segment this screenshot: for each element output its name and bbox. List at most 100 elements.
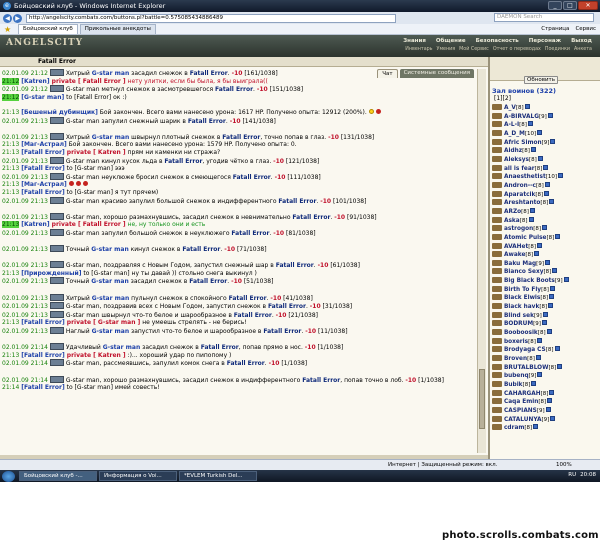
user-info-icon[interactable]	[552, 268, 558, 274]
player-name[interactable]: Fatall Error	[190, 70, 228, 77]
player-name[interactable]: Fatall Error	[229, 295, 267, 302]
user-name[interactable]: Booboosik	[504, 330, 538, 336]
user-info-icon[interactable]	[544, 181, 550, 187]
user-list-item[interactable]: A_V[8]	[492, 104, 600, 113]
user-info-icon[interactable]	[554, 346, 560, 352]
submenu-transfers[interactable]: Отчет о переводах	[493, 47, 541, 52]
user-name[interactable]: Aleksys	[504, 157, 529, 163]
user-list-item[interactable]: Aparatcik[8]	[492, 190, 600, 200]
user-name[interactable]: BODRUM	[504, 321, 533, 327]
page-menu[interactable]: Страница	[541, 25, 569, 34]
user-info-icon[interactable]	[547, 398, 553, 404]
player-name[interactable]: [Fatall Error]	[21, 384, 65, 391]
close-icon[interactable]: ✕	[578, 1, 598, 10]
user-info-icon[interactable]	[531, 381, 537, 386]
user-list-item[interactable]: Awake[8]	[492, 251, 600, 260]
user-list-item[interactable]: Andron--c[8]	[492, 181, 600, 191]
user-list-item[interactable]: Aleksys[8]	[492, 155, 600, 165]
user-list-item[interactable]: Aidhz[8]	[492, 147, 600, 156]
user-name[interactable]: Black havk	[504, 304, 539, 310]
user-name[interactable]: CAHARGAH	[504, 391, 541, 397]
user-list-item[interactable]: CATALUNYA[9]	[492, 415, 600, 425]
player-name[interactable]: Fatall Error	[302, 377, 340, 384]
user-name[interactable]: Areshtanto	[504, 200, 540, 206]
user-list-item[interactable]: Bubik[8]	[492, 381, 600, 390]
user-list-item[interactable]: A-BIRVALG[9]	[492, 112, 600, 122]
user-list-item[interactable]: bubenq[9]	[492, 372, 600, 381]
zoom-level[interactable]: 100%	[556, 460, 572, 470]
user-list-item[interactable]: all is fear[8]	[492, 164, 600, 174]
submenu-profile[interactable]: Анкета	[574, 47, 592, 52]
player-name[interactable]: Fatall Error	[215, 86, 253, 93]
user-info-icon[interactable]	[549, 199, 555, 205]
maximize-icon[interactable]: □	[563, 1, 577, 10]
user-name[interactable]: Brodyaga CS	[504, 347, 546, 353]
task-evlem[interactable]: *EVLEM Turkish Del...	[179, 471, 257, 481]
user-name[interactable]: A-BIRVALG	[504, 114, 539, 120]
user-info-icon[interactable]	[550, 415, 556, 421]
user-list-item[interactable]: CAHARGAH[8]	[492, 389, 600, 399]
user-name[interactable]: Anaesthetist	[504, 174, 546, 180]
player-name[interactable]: Fatall Error	[222, 134, 260, 141]
player-name[interactable]: Fatall Error	[263, 328, 301, 335]
submenu-my-service[interactable]: Мой Сервис	[459, 47, 489, 52]
player-name[interactable]: G-star man	[103, 344, 141, 351]
submenu-inventory[interactable]: Инвентарь	[405, 47, 432, 52]
player-name[interactable]: G-star man	[91, 278, 129, 285]
user-info-icon[interactable]	[537, 242, 543, 248]
player-name[interactable]: Fatall Error	[189, 278, 227, 285]
user-list-item[interactable]: Baku Mag[9]	[492, 259, 600, 269]
user-name[interactable]: Birth To Fly	[504, 287, 541, 293]
user-name[interactable]: Awake	[504, 252, 525, 258]
user-info-icon[interactable]	[537, 155, 543, 161]
user-list-item[interactable]: Atomic Pulse[8]	[492, 233, 600, 243]
user-name[interactable]: astrogon	[504, 226, 533, 232]
user-info-icon[interactable]	[536, 337, 542, 343]
player-name[interactable]: [Fatall Error]	[21, 149, 65, 156]
user-name[interactable]: Bubik	[504, 382, 523, 388]
user-list-item[interactable]: Broven[8]	[492, 355, 600, 364]
user-info-icon[interactable]	[542, 311, 548, 317]
user-name[interactable]: Aparatcik	[504, 192, 535, 198]
user-name[interactable]: Afric Simon	[504, 140, 542, 146]
user-info-icon[interactable]	[545, 406, 551, 412]
user-info-icon[interactable]	[549, 294, 555, 300]
player-name[interactable]: Fatall Error	[188, 118, 226, 125]
user-name[interactable]: Aska	[504, 218, 520, 224]
player-name[interactable]: Fatall Error	[278, 198, 316, 205]
player-name[interactable]: [Fatall Error]	[21, 352, 65, 359]
language-indicator[interactable]: RU	[568, 472, 576, 478]
user-name[interactable]: bubenq	[504, 373, 529, 379]
user-info-icon[interactable]	[530, 147, 536, 153]
user-list-item[interactable]: ARZo[8]	[492, 207, 600, 217]
task-fightclub[interactable]: Бойцовский клуб -...	[19, 471, 97, 481]
user-name[interactable]: cdram	[504, 425, 524, 431]
user-info-icon[interactable]	[543, 164, 549, 170]
user-name[interactable]: Big Black Boots	[504, 278, 555, 284]
user-info-icon[interactable]	[557, 363, 563, 369]
player-name[interactable]: [G-star man]	[21, 94, 64, 101]
user-name[interactable]: Atomic Pulse	[504, 235, 546, 241]
user-list-item[interactable]: A-L-I[8]	[492, 121, 600, 130]
user-info-icon[interactable]	[546, 329, 552, 335]
player-name[interactable]: [Katren]	[21, 221, 49, 228]
player-name[interactable]: G-star man	[92, 328, 130, 335]
player-name[interactable]: Fatall Error	[227, 360, 265, 367]
user-list-item[interactable]: Anaesthetist[10]	[492, 173, 600, 182]
user-name[interactable]: A_D_M	[504, 131, 525, 137]
user-list-item[interactable]: Blind sek[9]	[492, 311, 600, 321]
user-info-icon[interactable]	[555, 233, 561, 239]
user-info-icon[interactable]	[528, 216, 534, 222]
player-name[interactable]: [Fatall Error]	[21, 189, 65, 196]
chat-scrollbar-thumb[interactable]	[479, 369, 485, 429]
player-name[interactable]: Fatall Error	[233, 174, 271, 181]
user-name[interactable]: Baku Mag	[504, 261, 536, 267]
menu-character[interactable]: Персонаж	[529, 38, 561, 44]
menu-security[interactable]: Безопасность	[476, 38, 519, 44]
user-list-item[interactable]: Areshtanto[8]	[492, 199, 600, 208]
user-info-icon[interactable]	[535, 355, 541, 361]
user-pages[interactable]: [1][2]	[494, 95, 511, 102]
user-info-icon[interactable]	[563, 277, 569, 283]
user-name[interactable]: Black Elwis	[504, 295, 540, 301]
user-list-item[interactable]: Booboosik[8]	[492, 329, 600, 338]
